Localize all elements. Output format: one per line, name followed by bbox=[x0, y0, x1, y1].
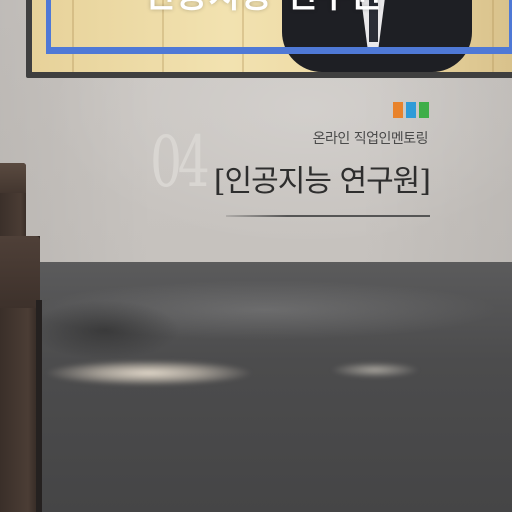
series-subtitle: 온라인 직업인멘토링 bbox=[312, 131, 429, 147]
color-block-blue bbox=[406, 102, 416, 118]
video-frame: 인공지능 연구원 04 온라인 직업인멘토링 [인공지능 연구원] bbox=[0, 0, 512, 512]
title-underline bbox=[226, 215, 430, 217]
light-reflection-small bbox=[330, 362, 420, 378]
episode-number: 04 bbox=[150, 121, 210, 203]
display-monitor: 인공지능 연구원 bbox=[26, 0, 512, 78]
monitor-screen: 인공지능 연구원 bbox=[32, 0, 512, 72]
floor-shadow bbox=[30, 300, 180, 360]
episode-title: [인공지능 연구원] bbox=[213, 164, 431, 199]
podium-back-cap bbox=[0, 163, 26, 193]
podium-side-shadow bbox=[36, 300, 42, 512]
screen-title-bar bbox=[46, 47, 512, 53]
color-block-orange bbox=[393, 102, 403, 118]
podium-front-cap bbox=[0, 236, 40, 308]
screen-title-text: 인공지능 연구원 bbox=[144, 0, 383, 17]
color-block-green bbox=[419, 102, 429, 118]
light-reflection bbox=[44, 360, 254, 386]
